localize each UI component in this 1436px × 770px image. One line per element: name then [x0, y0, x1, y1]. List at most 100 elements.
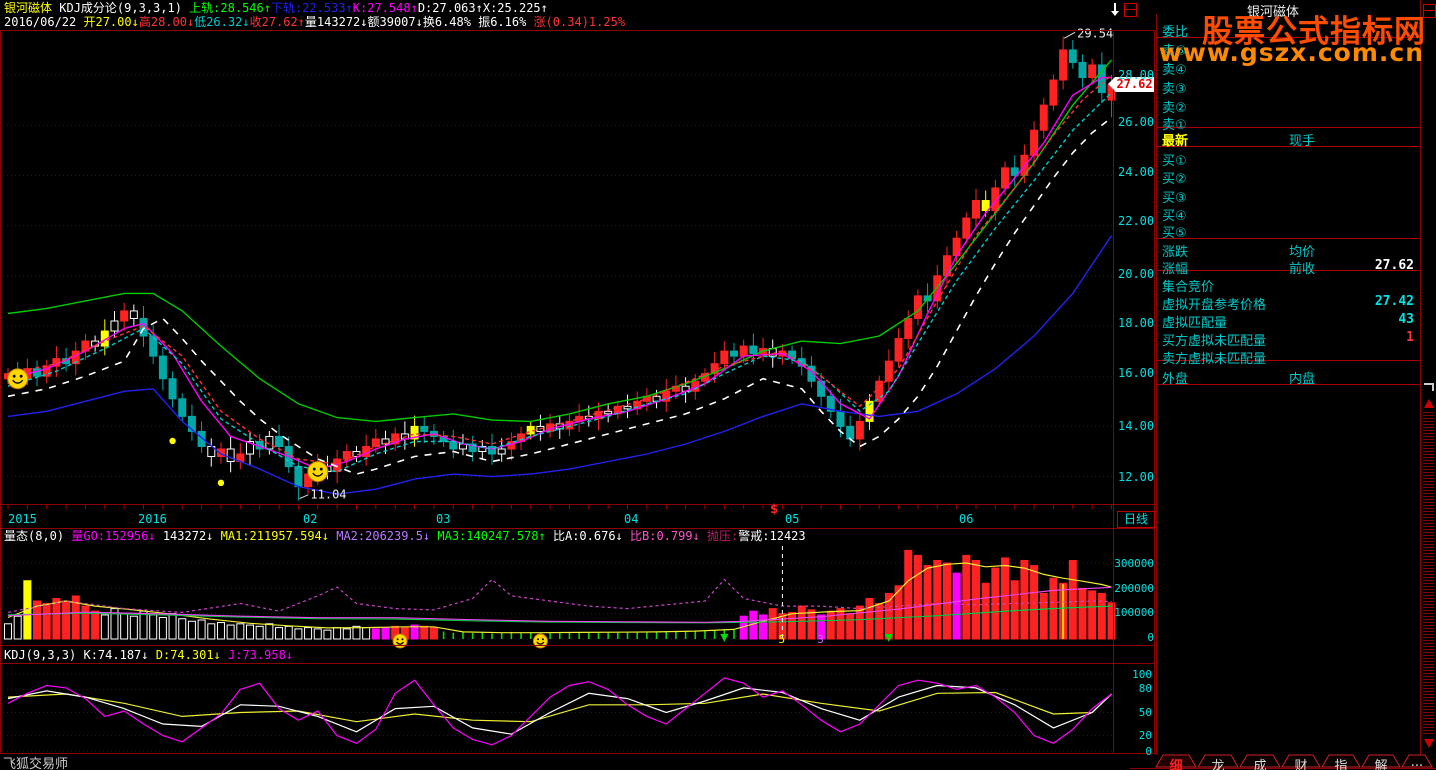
kdj-line-J	[7, 677, 1112, 746]
price-tick: 26.00	[1118, 115, 1155, 129]
price-tick: 20.00	[1118, 267, 1155, 281]
price-tick: 22.00	[1118, 214, 1155, 228]
volume-header-field: 量态(8,0)	[4, 529, 72, 543]
kdj-header-field: J:73.958↓	[220, 648, 294, 662]
header-field: 涨(0.34)1.25%	[526, 15, 626, 29]
header-field: 量143272↓	[304, 15, 368, 29]
overlay-upper-band	[7, 59, 1113, 423]
header-field: 换6.48%	[422, 15, 471, 29]
row-label: 买②	[1162, 172, 1187, 187]
volume-tick: 0	[1147, 631, 1154, 644]
x-axis-label: 03	[436, 512, 451, 526]
row-mid-label: 内盘	[1289, 372, 1316, 387]
row-mid-label: 现手	[1289, 134, 1316, 149]
signal-triangle	[720, 634, 729, 642]
volume-header-field: MA1:211957.594↓	[213, 529, 329, 543]
volume-header-field: 抛压:	[699, 529, 739, 543]
scrollbar-down-icon[interactable]	[1424, 739, 1434, 748]
row-label: 买③	[1162, 191, 1187, 206]
header-field: 高28.00↓	[138, 15, 195, 29]
header-field: 2016/06/22	[4, 15, 84, 29]
kdj-tick: 80	[1138, 682, 1152, 695]
row-value: 27.62	[1374, 258, 1414, 273]
x-axis-label: 2016	[138, 512, 167, 526]
header-field: 开27.00↓	[83, 15, 139, 29]
price-tick: 18.00	[1118, 316, 1155, 330]
tab-1[interactable]: 细	[1156, 755, 1196, 770]
order-book-row: 买①	[1157, 150, 1420, 169]
smiley-marker	[307, 461, 329, 483]
header-field: 收27.62↑	[249, 15, 305, 29]
price-pin-icon[interactable]	[1110, 3, 1120, 16]
header-field: 银河磁体	[4, 1, 53, 15]
tab-7[interactable]: ...	[1402, 755, 1432, 770]
indicator-header-line: 银河磁体 KDJ成分论(9,3,3,1) 上轨:28.546↑下轨:22.533…	[4, 1, 548, 15]
dot-marker	[169, 437, 176, 445]
low-annotation: 11.04	[310, 488, 346, 502]
order-book-row: 卖①	[1157, 114, 1420, 133]
smiley-marker	[7, 368, 29, 390]
header-field: K:27.548↑	[352, 1, 418, 15]
kdj-header-field: K:74.187↓	[83, 648, 149, 662]
row-label: 涨幅	[1162, 262, 1189, 277]
tab-4[interactable]: 财	[1282, 755, 1320, 770]
tab-2[interactable]: 龙	[1198, 755, 1238, 770]
header-field: 下轨:22.533↑	[270, 1, 353, 15]
volume-header-field: MA3:140247.578↑	[430, 529, 546, 543]
dividend-marker: $	[770, 502, 779, 516]
scrollbar-up-icon[interactable]	[1424, 399, 1434, 408]
header-field: 上轨:28.546↑	[189, 1, 271, 15]
row-label: 买⑤	[1162, 226, 1187, 241]
header-field: KDJ成分论(9,3,3,1)	[52, 1, 190, 15]
volume-header-field: 量GO:152956↓	[71, 529, 156, 543]
kdj-tick: 20	[1138, 729, 1152, 742]
kdj-header-field: D:74.301↓	[148, 648, 221, 662]
header-field: 低26.32↓	[194, 15, 250, 29]
price-tick: 24.00	[1118, 165, 1155, 179]
kdj-header-line: KDJ(9,3,3) K:74.187↓ D:74.301↓ J:73.958↓	[4, 648, 293, 662]
volume-header-line: 量态(8,0) 量GO:152956↓ 143272↓ MA1:211957.5…	[4, 529, 806, 543]
x-axis-label: 02	[303, 512, 318, 526]
header-field: D:27.063↑	[417, 1, 483, 15]
main-chart-canvas[interactable]: 29.54 11.04	[3, 26, 1116, 502]
row-label: 外盘	[1162, 372, 1189, 387]
order-book-row: 虚拟匹配量 43	[1157, 312, 1420, 331]
period-calendar-icon[interactable]	[1124, 3, 1137, 17]
order-book-row: 涨幅 前收 27.62	[1157, 258, 1420, 277]
header-field: 额39007↓	[367, 15, 423, 29]
overlay-ma-cyan	[7, 92, 1112, 473]
tab-3[interactable]: 成	[1240, 755, 1280, 770]
volume-header-field: 比B:0.799↓	[622, 529, 700, 543]
order-book-row: 最新 现手	[1157, 130, 1420, 149]
volume-header-field: MA2:206239.5↓	[329, 529, 431, 543]
scrollbar-resize-icon[interactable]	[1424, 383, 1434, 391]
price-tick: 16.00	[1118, 366, 1155, 380]
order-book-row: 买⑤	[1157, 222, 1420, 241]
row-label: 集合竞价	[1162, 280, 1215, 295]
tab-6[interactable]: 解	[1362, 755, 1400, 770]
row-label: 卖③	[1162, 82, 1187, 97]
row-mid-label: 前收	[1289, 262, 1316, 277]
period-selector[interactable]: 日线	[1117, 511, 1155, 528]
kdj-chart-canvas[interactable]	[3, 673, 1112, 752]
order-book-row: 卖②	[1157, 97, 1420, 116]
tab-5[interactable]: 指	[1322, 755, 1360, 770]
price-tick: 12.00	[1118, 470, 1155, 484]
volume-mark: 5	[779, 633, 786, 646]
order-book-row: 卖方虚拟未匹配量	[1157, 348, 1420, 367]
x-axis-label: 06	[959, 512, 974, 526]
volume-chart-canvas[interactable]: 53	[3, 546, 1116, 649]
row-label: 虚拟开盘参考价格	[1162, 298, 1267, 313]
scrollbar-track[interactable]	[1423, 412, 1434, 736]
order-book-row: 买方虚拟未匹配量 1	[1157, 330, 1420, 349]
volume-header-field: 警戒:12423	[738, 529, 806, 543]
order-book-row: 买④	[1157, 205, 1420, 224]
order-book-row: 集合竞价	[1157, 276, 1420, 295]
row-label: 买方虚拟未匹配量	[1162, 334, 1267, 349]
price-tick: 28.00	[1118, 68, 1155, 82]
order-book-row: 涨跌 均价	[1157, 241, 1420, 260]
order-book-row: 外盘 内盘	[1157, 368, 1420, 387]
order-book-row: 买②	[1157, 168, 1420, 187]
kdj-tick: 50	[1138, 706, 1152, 719]
header-field: 振6.16%	[470, 15, 527, 29]
